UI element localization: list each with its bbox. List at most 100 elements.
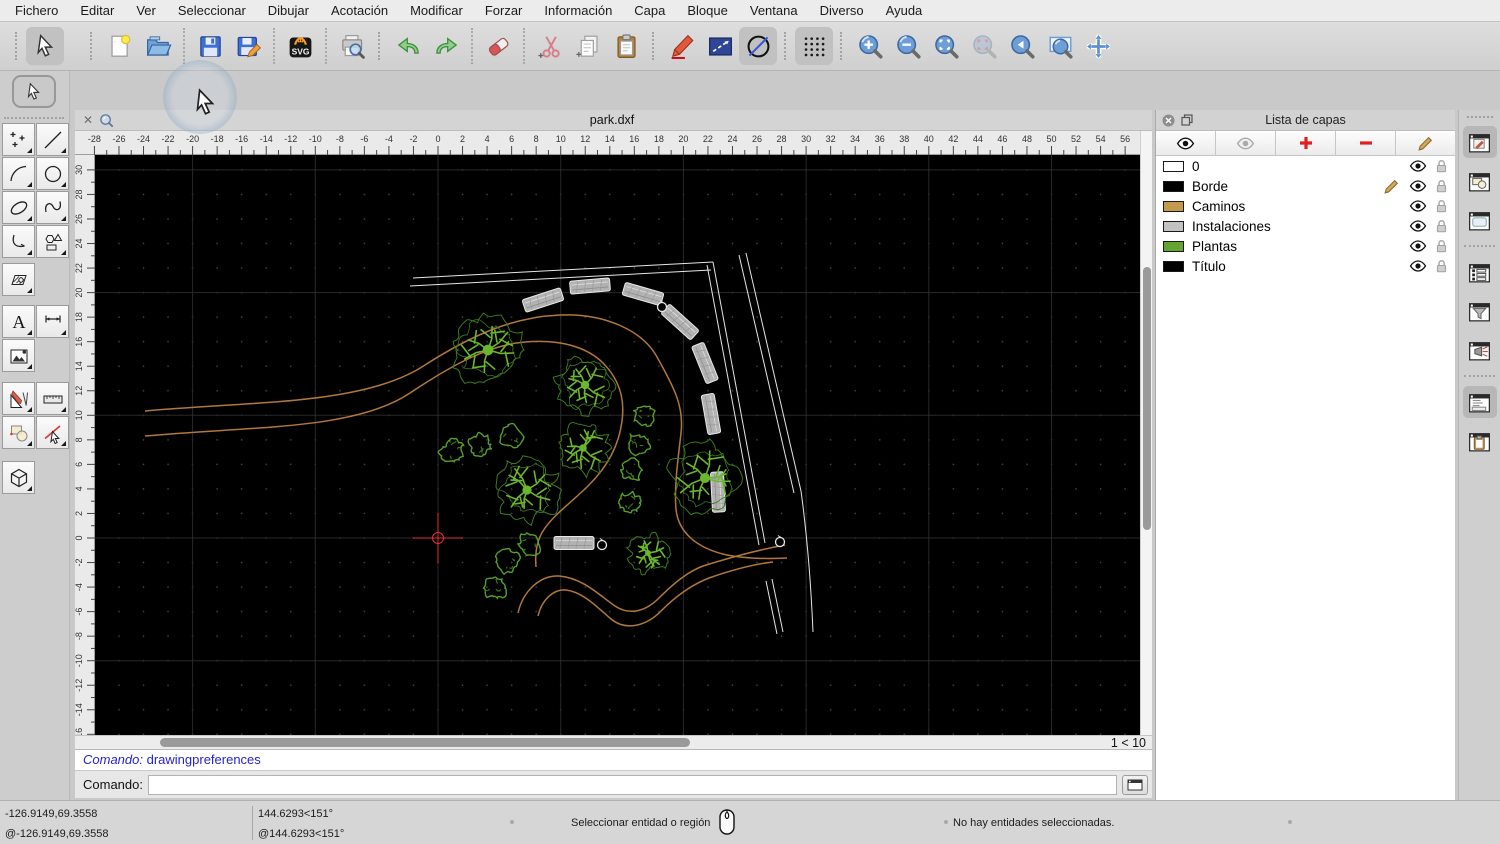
- layer-row-titulo[interactable]: Título: [1156, 256, 1455, 276]
- panel-close-button[interactable]: [1162, 114, 1175, 127]
- add-layer-button[interactable]: [1276, 131, 1336, 155]
- zoom-pan-button[interactable]: [1079, 27, 1117, 65]
- polyline-tool[interactable]: [2, 225, 35, 258]
- zoom-in-button[interactable]: [851, 27, 889, 65]
- tab-title[interactable]: park.dxf: [114, 113, 1110, 127]
- spotlight-widget-button[interactable]: [1463, 334, 1497, 366]
- vertical-scrollbar[interactable]: [1140, 131, 1152, 735]
- layer-lock-toggle[interactable]: [1436, 239, 1447, 253]
- vertical-scrollbar-thumb[interactable]: [1143, 267, 1151, 530]
- menu-informacion[interactable]: Información: [533, 0, 623, 21]
- draw-line-button[interactable]: [701, 27, 739, 65]
- hide-all-layers-button[interactable]: [1216, 131, 1276, 155]
- menu-bloque[interactable]: Bloque: [676, 0, 738, 21]
- panel-float-button[interactable]: [1180, 114, 1193, 127]
- tab-preview-icon[interactable]: [99, 113, 114, 128]
- menu-modificar[interactable]: Modificar: [399, 0, 474, 21]
- arc-tool[interactable]: [2, 157, 35, 190]
- points-tool[interactable]: [2, 123, 35, 156]
- layer-lock-toggle[interactable]: [1436, 259, 1447, 273]
- save-button[interactable]: [191, 27, 229, 65]
- text-tool[interactable]: A: [2, 305, 35, 338]
- save-as-button[interactable]: [229, 27, 267, 65]
- layer-row-borde[interactable]: Borde: [1156, 176, 1455, 196]
- layer-visibility-toggle[interactable]: [1409, 180, 1427, 192]
- zoom-out-button[interactable]: [889, 27, 927, 65]
- layer-lock-toggle[interactable]: [1436, 159, 1447, 173]
- command-keyboard-button[interactable]: [1122, 774, 1148, 795]
- modify-trim-tool[interactable]: [36, 416, 69, 449]
- menu-fichero[interactable]: Fichero: [4, 0, 69, 21]
- menu-editar[interactable]: Editar: [69, 0, 125, 21]
- zoom-auto-button[interactable]: [927, 27, 965, 65]
- layer-lock-toggle[interactable]: [1436, 219, 1447, 233]
- menu-capa[interactable]: Capa: [623, 0, 676, 21]
- zoom-selection-button[interactable]: [965, 27, 1003, 65]
- remove-layer-button[interactable]: [1336, 131, 1396, 155]
- menu-ventana[interactable]: Ventana: [739, 0, 809, 21]
- delete-button[interactable]: [479, 27, 517, 65]
- cut-button[interactable]: [531, 27, 569, 65]
- layer-visibility-toggle[interactable]: [1409, 200, 1427, 212]
- select-button[interactable]: [26, 27, 64, 65]
- image-tool[interactable]: [2, 339, 35, 372]
- zoom-previous-button[interactable]: [1003, 27, 1041, 65]
- circle-tool[interactable]: [36, 157, 69, 190]
- layer-row-instalaciones[interactable]: Instalaciones: [1156, 216, 1455, 236]
- undo-button[interactable]: [389, 27, 427, 65]
- layer-row-caminos[interactable]: Caminos: [1156, 196, 1455, 216]
- draw-pen-button[interactable]: [663, 27, 701, 65]
- grid-toggle-button[interactable]: [795, 27, 833, 65]
- command-input[interactable]: [147, 774, 1117, 795]
- modify-shapes-tool[interactable]: [2, 416, 35, 449]
- block-3d-tool[interactable]: [2, 461, 35, 494]
- open-file-button[interactable]: [139, 27, 177, 65]
- menu-dibujar[interactable]: Dibujar: [257, 0, 320, 21]
- dimension-tool[interactable]: [36, 305, 69, 338]
- layer-visibility-toggle[interactable]: [1409, 160, 1427, 172]
- selection-filter-widget-button[interactable]: [1463, 295, 1497, 327]
- ellipse-tool[interactable]: [2, 191, 35, 224]
- entity-list-widget-button[interactable]: [1463, 256, 1497, 288]
- shapes-tool[interactable]: [36, 225, 69, 258]
- menu-ayuda[interactable]: Ayuda: [875, 0, 934, 21]
- tech-drawing-tool[interactable]: [2, 382, 35, 415]
- layer-visibility-toggle[interactable]: [1409, 220, 1427, 232]
- spline-tool[interactable]: [36, 191, 69, 224]
- palette-select-button[interactable]: [12, 75, 56, 108]
- library-browser-widget-button[interactable]: [1463, 204, 1497, 236]
- clipboard-widget-button[interactable]: [1463, 425, 1497, 457]
- paste-button[interactable]: [607, 27, 645, 65]
- redo-button[interactable]: [427, 27, 465, 65]
- horizontal-scrollbar[interactable]: 1 < 10: [75, 735, 1152, 750]
- show-all-layers-button[interactable]: [1156, 131, 1216, 155]
- menu-diverso[interactable]: Diverso: [809, 0, 875, 21]
- export-svg-button[interactable]: SVG: [281, 27, 319, 65]
- edit-layer-button[interactable]: [1396, 131, 1455, 155]
- menu-seleccionar[interactable]: Seleccionar: [167, 0, 257, 21]
- new-document-button[interactable]: [101, 27, 139, 65]
- block-list-widget-button[interactable]: [1463, 165, 1497, 197]
- zoom-window-button[interactable]: [1041, 27, 1079, 65]
- layer-visibility-toggle[interactable]: [1409, 240, 1427, 252]
- menu-acotacion[interactable]: Acotación: [320, 0, 399, 21]
- layer-row-0[interactable]: 0: [1156, 156, 1455, 176]
- layer-row-plantas[interactable]: Plantas: [1156, 236, 1455, 256]
- measure-tool[interactable]: [36, 382, 69, 415]
- menu-forzar[interactable]: Forzar: [474, 0, 534, 21]
- layer-list-widget-button[interactable]: [1462, 126, 1497, 158]
- hatch-tool[interactable]: [2, 263, 35, 296]
- menu-ver[interactable]: Ver: [125, 0, 167, 21]
- line-tool[interactable]: [36, 123, 69, 156]
- print-preview-button[interactable]: [333, 27, 371, 65]
- layer-lock-toggle[interactable]: [1436, 179, 1447, 193]
- layer-lock-toggle[interactable]: [1436, 199, 1447, 213]
- draw-circle-button[interactable]: [739, 27, 777, 65]
- command-history-widget-button[interactable]: [1462, 386, 1497, 418]
- drawing-canvas[interactable]: [95, 155, 1140, 735]
- tab-close-button[interactable]: ✕: [83, 113, 93, 127]
- layer-name: Borde: [1192, 178, 1229, 194]
- horizontal-scrollbar-thumb[interactable]: [160, 738, 690, 747]
- copy-button[interactable]: [569, 27, 607, 65]
- layer-visibility-toggle[interactable]: [1409, 260, 1427, 272]
